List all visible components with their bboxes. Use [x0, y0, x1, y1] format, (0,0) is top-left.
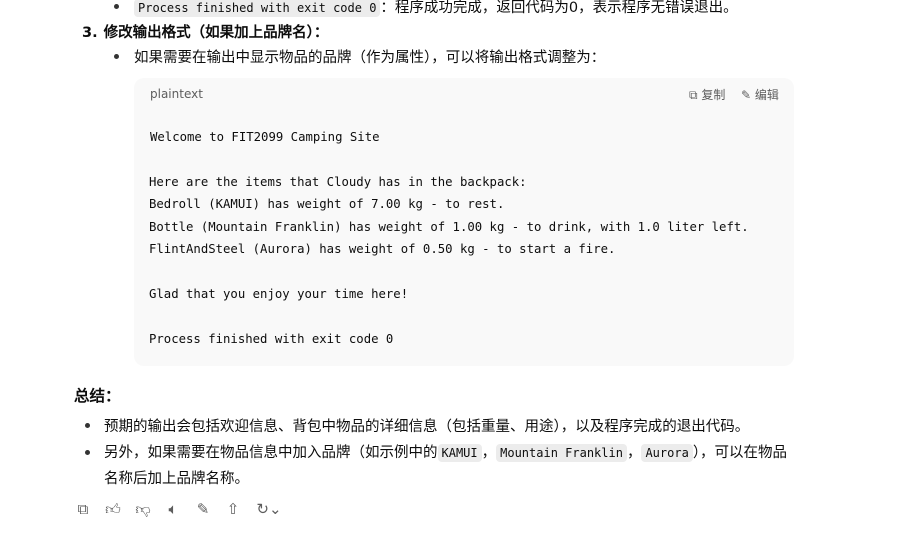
item-text: ：程序成功完成，返回代码为0，表示程序无错误退出。 [380, 0, 738, 16]
thumbs-up-icon[interactable]: 👍︎ [104, 500, 122, 518]
summary-item: 预期的输出会包括欢迎信息、背包中物品的详细信息（包括重量、用途），以及程序完成的… [104, 419, 750, 435]
code-line: Process finished with exit code 0 [149, 332, 394, 346]
copy-label: 复制 [701, 88, 726, 102]
step-3-bullet: 如果需要在输出中显示物品的品牌（作为属性），可以将输出格式调整为： [134, 50, 606, 66]
summary-heading: 总结： [74, 387, 121, 405]
copy-icon[interactable]: ⧉ [74, 500, 92, 518]
code-line: Here are the items that Cloudy has in th… [149, 175, 527, 189]
sep: ， [481, 445, 497, 461]
code-line: FlintAndSteel (Aurora) has weight of 0.5… [149, 242, 616, 256]
inline-code: Process finished with exit code 0 [134, 0, 381, 17]
bullet [114, 4, 119, 9]
thumbs-down-icon[interactable]: 👎︎ [134, 500, 152, 518]
bullet [114, 54, 119, 59]
step-number: 3. [82, 25, 98, 41]
code-line: Bottle (Mountain Franklin) has weight of… [149, 220, 749, 234]
inline-code: KAMUI [437, 444, 482, 462]
edit-icon[interactable]: ✎ [194, 500, 212, 518]
code-line: Glad that you enjoy your time here! [149, 287, 409, 301]
edit-button[interactable]: ✎ 编辑 [741, 86, 779, 103]
text: ），可以在物品 [692, 445, 788, 461]
colon: ： [313, 25, 329, 41]
code-language: plaintext [150, 87, 203, 101]
list-item-exit-code: Process finished with exit code 0 ：程序成功完成… [134, 0, 738, 17]
bullet [85, 423, 90, 428]
bullet [85, 450, 90, 455]
code-block: plaintext ⧉ 复制 ✎ 编辑 Welcome to FIT2099 C… [134, 78, 794, 366]
share-icon[interactable]: ⇧ [224, 500, 242, 518]
text: 另外，如果需要在物品信息中加入品牌（如示例中的 [104, 445, 438, 461]
edit-label: 编辑 [754, 88, 779, 102]
inline-code: Aurora [641, 444, 693, 462]
read-aloud-icon[interactable]: 🔈︎ [164, 500, 182, 518]
step-title: 修改输出格式（如果加上品牌名） [103, 25, 314, 41]
regenerate-icon[interactable]: ↻⌄ [254, 500, 284, 518]
copy-button[interactable]: ⧉ 复制 [689, 86, 725, 103]
summary-item: 另外，如果需要在物品信息中加入品牌（如示例中的 KAMUI， Mountain Fr… [104, 441, 787, 462]
code-line: Bedroll (KAMUI) has weight of 7.00 kg - … [149, 197, 505, 211]
inline-code: Mountain Franklin [496, 444, 627, 462]
code-line: Welcome to FIT2099 Camping Site [150, 130, 380, 144]
step-3-heading: 3. 修改输出格式（如果加上品牌名）： [82, 21, 328, 42]
sep: ， [626, 445, 642, 461]
message-actions: ⧉ 👍︎ 👎︎ 🔈︎ ✎ ⇧ ↻⌄ [74, 500, 284, 519]
summary-item-cont: 名称后加上品牌名称。 [104, 471, 249, 487]
